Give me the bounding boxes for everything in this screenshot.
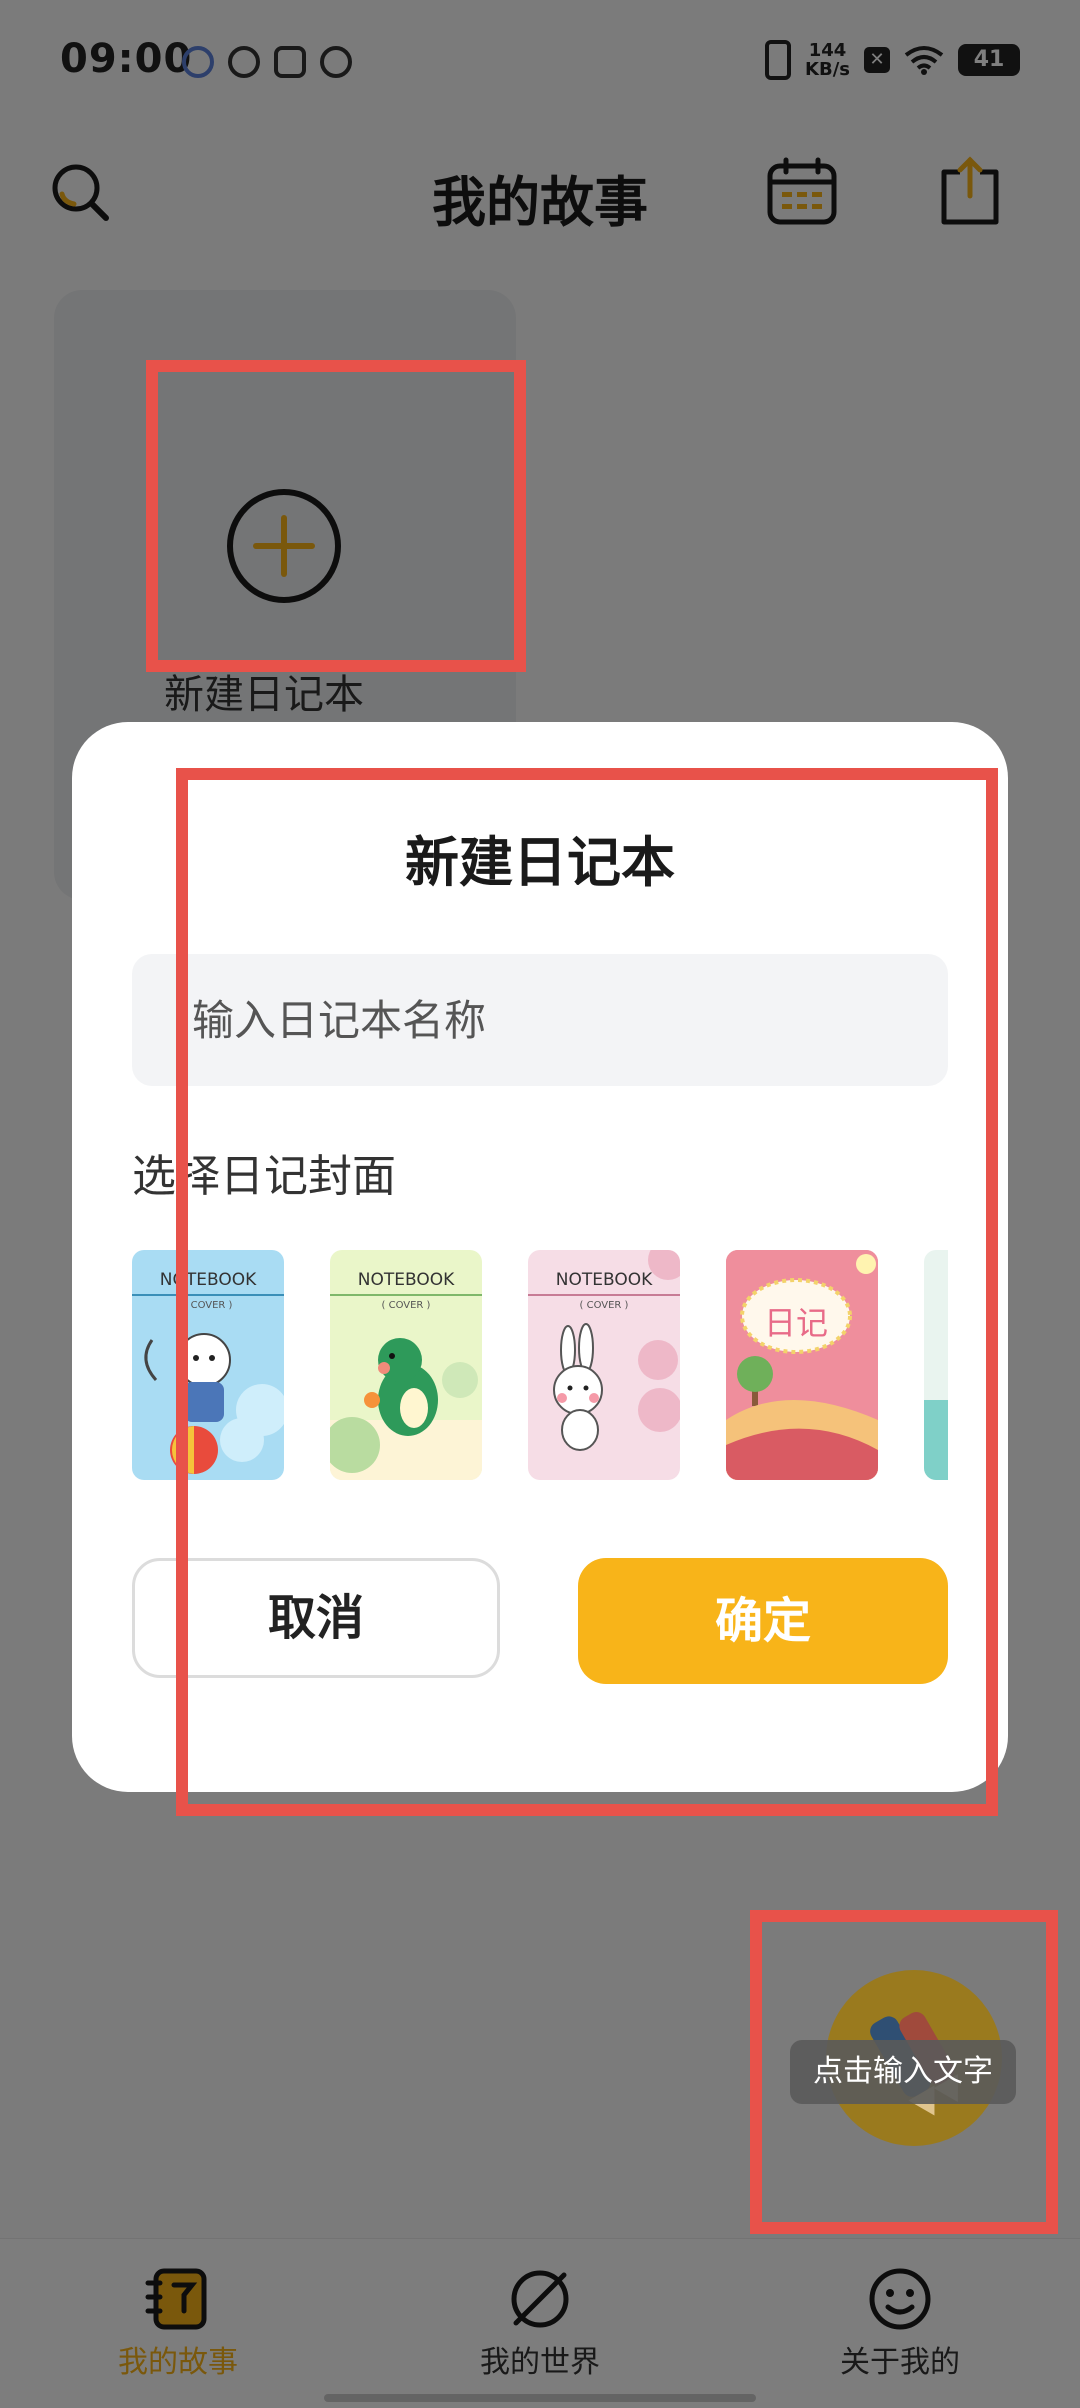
annotation-box [146, 360, 526, 672]
annotation-box [750, 1910, 1058, 2234]
annotation-box [176, 768, 998, 1816]
